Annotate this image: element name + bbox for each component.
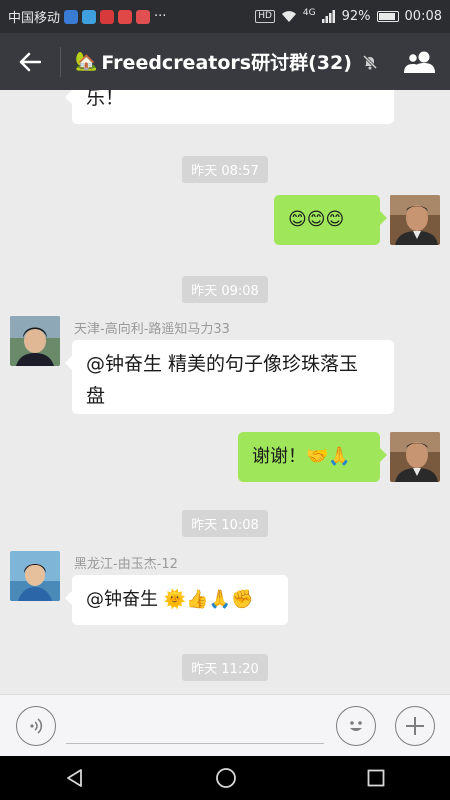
smiley-icon <box>350 721 362 731</box>
nav-recents-icon[interactable] <box>367 769 385 787</box>
chat-title-text: Freedcreators研讨群(32) <box>101 52 352 74</box>
hd-indicator: HD <box>255 10 275 23</box>
message-text: 谢谢！🤝🙏 <box>252 446 351 467</box>
group-members-icon <box>404 51 435 73</box>
message-text: @钟奋生 精美的句子像珍珠落玉 <box>86 353 359 375</box>
nav-home-icon[interactable] <box>215 767 237 789</box>
back-arrow-icon <box>19 52 41 71</box>
more-notifications-icon: ··· <box>154 9 167 24</box>
app-notification-icon <box>82 9 97 24</box>
signal-icon <box>321 10 335 23</box>
battery-percent: 92% <box>341 9 371 24</box>
avatar[interactable] <box>390 195 440 245</box>
message-text-field[interactable] <box>66 743 324 744</box>
timestamp: 昨天 11:20 <box>182 654 268 681</box>
message-bubble-outgoing[interactable]: 谢谢！🤝🙏 <box>238 432 387 482</box>
message-text: 乐！ <box>86 90 125 109</box>
message-bubble-incoming[interactable]: @钟奋生 🌞👍🙏✊ <box>65 575 288 625</box>
timestamp: 昨天 08:57 <box>182 156 268 183</box>
message-bubble-incoming[interactable]: @钟奋生 精美的句子像珍珠落玉 盘 <box>65 340 394 414</box>
chat-header: 🏡 Freedcreators研讨群(32) <box>0 33 450 90</box>
sender-avatar-image <box>10 316 60 366</box>
timestamp: 昨天 10:08 <box>182 510 268 537</box>
group-members-button[interactable] <box>390 33 450 90</box>
sender-name: 天津-高向利-路遥知马力33 <box>74 322 230 337</box>
timestamp-divider: 昨天 08:57 <box>0 156 450 183</box>
nav-back-icon[interactable] <box>65 768 85 788</box>
clock: 00:08 <box>404 9 442 24</box>
message-list[interactable]: 乐！ 昨天 08:57 😊😊😊 昨天 09:08 天津-高向利-路遥知马力33 … <box>0 90 450 694</box>
chat-title[interactable]: 🏡 Freedcreators研讨群(32) <box>61 48 390 75</box>
voice-input-button[interactable] <box>16 706 56 746</box>
bell-off-icon <box>362 54 377 69</box>
timestamp: 昨天 09:08 <box>182 276 268 303</box>
message-bubble-incoming[interactable]: 乐！ <box>65 90 394 124</box>
self-avatar-image <box>390 195 440 245</box>
wifi-icon <box>281 11 296 22</box>
avatar[interactable] <box>390 432 440 482</box>
more-functions-button[interactable] <box>395 706 435 746</box>
system-navigation-bar <box>0 756 450 800</box>
app-notification-icon <box>64 9 79 24</box>
plus-icon <box>406 717 424 735</box>
house-emoji-icon: 🏡 <box>75 51 98 72</box>
self-avatar-image <box>390 432 440 482</box>
timestamp-divider: 昨天 10:08 <box>0 510 450 537</box>
emoji-button[interactable] <box>336 706 376 746</box>
app-notification-icon <box>118 9 133 24</box>
sender-avatar-image <box>10 551 60 601</box>
message-text: @钟奋生 🌞👍🙏✊ <box>86 589 254 610</box>
avatar[interactable] <box>10 316 60 366</box>
sender-name: 黑龙江-由玉杰-12 <box>74 557 178 572</box>
status-bar: 中国移动 ··· HD 4G 92% 00:08 <box>0 0 450 33</box>
battery-icon <box>376 11 399 22</box>
message-text: 😊😊😊 <box>288 209 345 230</box>
timestamp-divider: 昨天 11:20 <box>0 654 450 681</box>
network-type: 4G <box>302 7 316 18</box>
message-input-bar <box>0 694 450 756</box>
message-bubble-outgoing[interactable]: 😊😊😊 <box>274 195 387 245</box>
app-notification-icon <box>136 9 151 24</box>
voice-icon <box>30 718 43 734</box>
avatar[interactable] <box>10 551 60 601</box>
app-notification-icon <box>100 9 115 24</box>
carrier-label: 中国移动 <box>8 11 61 26</box>
back-button[interactable] <box>0 33 60 90</box>
timestamp-divider: 昨天 09:08 <box>0 276 450 303</box>
message-text: 盘 <box>86 385 106 407</box>
